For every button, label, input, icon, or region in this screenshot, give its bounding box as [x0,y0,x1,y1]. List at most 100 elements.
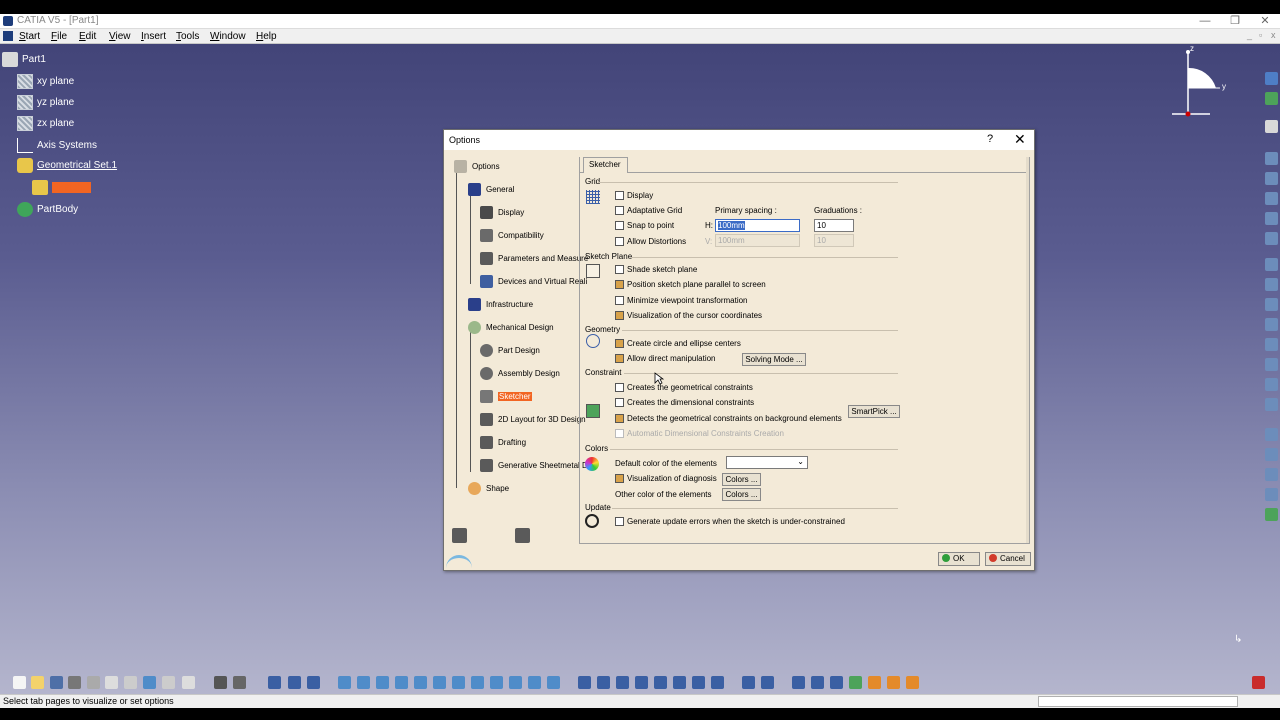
visualization-icon[interactable] [742,676,755,689]
diagnosis-colors-button[interactable]: Colors ... [722,473,761,486]
cancel-button[interactable]: Cancel [985,552,1031,566]
rectangle-icon[interactable] [1265,172,1278,185]
dimensional-constraint-icon[interactable] [673,676,686,689]
conic-icon[interactable] [1265,232,1278,245]
construction-icon[interactable] [635,676,648,689]
menu-start[interactable]: Start [19,30,40,43]
point-coordinates-icon[interactable] [1265,398,1278,411]
whats-this-icon[interactable] [182,676,195,689]
point-icon[interactable] [1265,298,1278,311]
default-color-dropdown[interactable]: ⌄ [726,456,808,469]
catalog-icon[interactable] [268,676,281,689]
compass[interactable]: z y x [1170,44,1240,118]
cut-part-icon[interactable] [547,676,560,689]
grid-icon[interactable] [597,676,610,689]
line-icon[interactable] [1265,258,1278,271]
h-spacing-input[interactable]: 100mm [715,219,800,232]
section-update-title: Update [585,503,611,512]
print-icon[interactable] [68,676,81,689]
options-settings-icon[interactable] [452,528,467,543]
usual-icon[interactable] [849,676,862,689]
restore-button[interactable]: ❐ [1220,14,1250,29]
zoom-in-icon[interactable] [395,676,408,689]
fit-all-icon[interactable] [338,676,351,689]
constraint-icon[interactable] [578,676,591,689]
close-window-button[interactable]: ✕ [1250,14,1280,29]
ellipse-icon[interactable] [1265,338,1278,351]
menu-file[interactable]: File [51,30,67,43]
polyline-icon[interactable] [1265,358,1278,371]
cut-icon[interactable] [87,676,100,689]
other-colors-button[interactable]: Colors ... [722,488,761,501]
3d-icon[interactable] [811,676,824,689]
menu-view[interactable]: View [109,30,131,43]
menu-tools[interactable]: Tools [176,30,199,43]
options-lock-icon[interactable] [515,528,530,543]
close-dialog-button[interactable]: ✕ [1014,131,1026,148]
new-icon[interactable] [13,676,26,689]
doc-restore-button[interactable]: ▫ [1259,30,1262,40]
copy-icon[interactable] [105,676,118,689]
trim-icon[interactable] [1265,468,1278,481]
pick-icon[interactable] [830,676,843,689]
minimize-button[interactable]: — [1190,14,1220,29]
menu-help[interactable]: Help [256,30,277,43]
mirror-icon[interactable] [1265,488,1278,501]
panel-scrollbar[interactable] [1026,157,1029,543]
sketch-tool-icon[interactable] [1265,72,1278,85]
grid-toggle-icon[interactable] [792,676,805,689]
plane-icon [17,74,33,89]
spline-icon[interactable] [1265,212,1278,225]
corner-icon[interactable] [1265,428,1278,441]
profile-icon[interactable] [1265,152,1278,165]
knowledge-icon[interactable] [233,676,246,689]
normal-view-icon[interactable] [433,676,446,689]
circle-icon[interactable] [1265,192,1278,205]
sketch-solving-icon[interactable] [711,676,724,689]
menu-edit[interactable]: Edit [79,30,96,43]
command-input[interactable] [1038,696,1238,707]
menu-insert[interactable]: Insert [141,30,166,43]
colorize-icon[interactable] [868,676,881,689]
sketch-analysis-icon[interactable] [692,676,705,689]
smartpick-button[interactable]: SmartPick ... [848,405,900,418]
graduations-v-input[interactable]: 10 [814,234,854,247]
graduations-h-input[interactable]: 10 [814,219,854,232]
zoom-out-icon[interactable] [414,676,427,689]
save-icon[interactable] [50,676,63,689]
doc-minimize-button[interactable]: _ [1247,30,1252,40]
ok-button[interactable]: OK [938,552,980,566]
help-button[interactable]: ? [987,133,993,145]
open-icon[interactable] [31,676,44,689]
pan-icon[interactable] [357,676,370,689]
formula-icon[interactable] [214,676,227,689]
geometric-constraint-icon[interactable] [654,676,667,689]
doc-close-button[interactable]: x [1271,30,1276,40]
hide-show-icon[interactable] [509,676,522,689]
views-icon[interactable] [471,676,484,689]
axis-icon[interactable] [1265,278,1278,291]
analysis-icon[interactable] [307,676,320,689]
part-icon [2,52,18,67]
rotate-icon[interactable] [376,676,389,689]
undo-icon[interactable] [143,676,156,689]
measure-icon[interactable] [288,676,301,689]
swap-visible-icon[interactable] [528,676,541,689]
chamfer-icon[interactable] [1265,448,1278,461]
snap-icon[interactable] [616,676,629,689]
project-3d-icon[interactable] [1265,508,1278,521]
arc-icon[interactable] [1265,318,1278,331]
select-arrow-icon[interactable] [1265,120,1278,133]
exit-workbench-icon[interactable] [1265,92,1278,105]
pointer-icon[interactable] [906,676,919,689]
diagnosis-icon[interactable] [887,676,900,689]
solving-mode-button[interactable]: Solving Mode ... [742,353,806,366]
cut-plane-icon[interactable] [761,676,774,689]
paste-icon[interactable] [124,676,137,689]
dot-icon[interactable] [1265,378,1278,391]
redo-icon[interactable] [162,676,175,689]
shading-icon[interactable] [490,676,503,689]
iso-view-icon[interactable] [452,676,465,689]
menu-window[interactable]: Window [210,30,246,43]
v-spacing-input[interactable]: 100mm [715,234,800,247]
